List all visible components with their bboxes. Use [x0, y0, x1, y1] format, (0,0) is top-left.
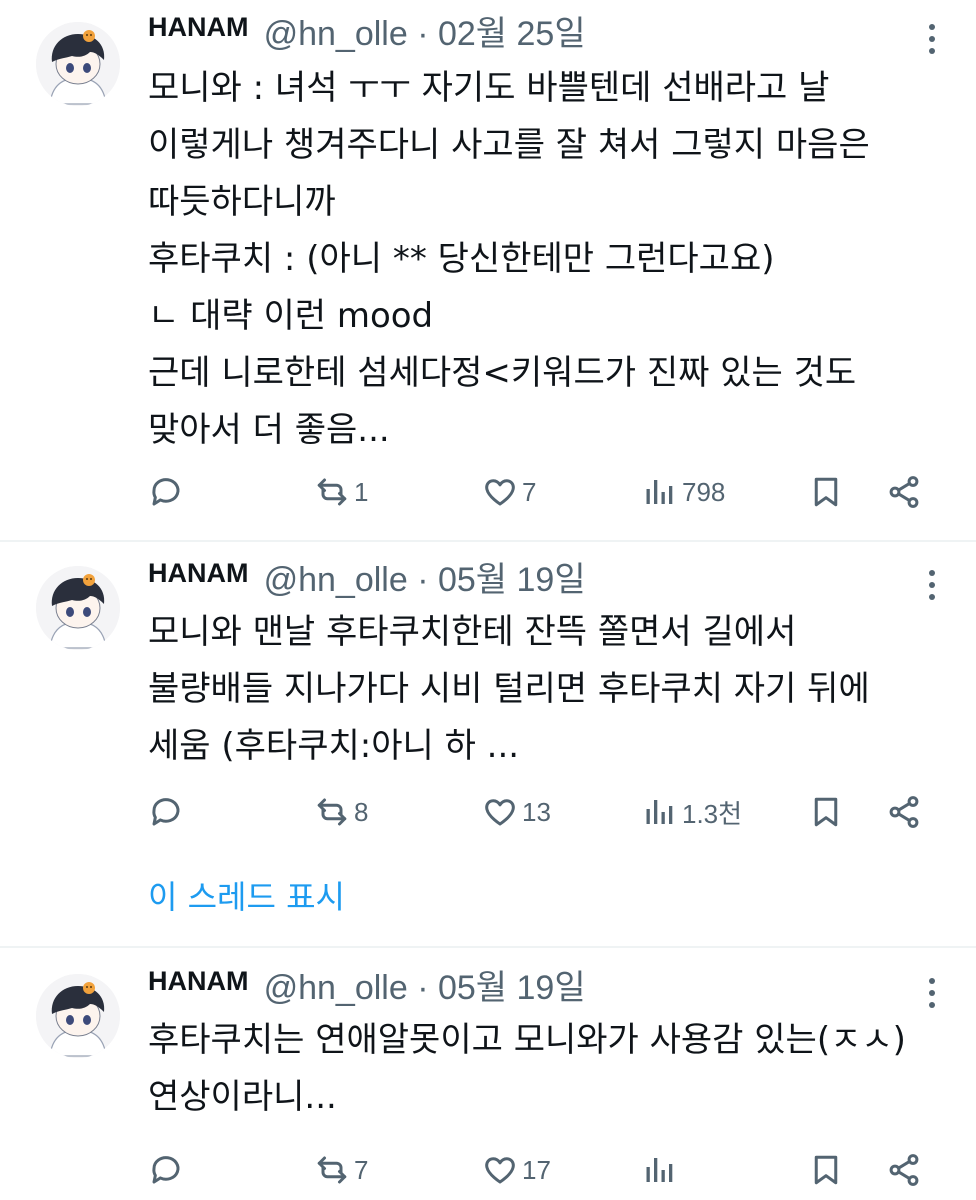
reply-icon [148, 474, 184, 510]
tweet[interactable]: HANAM @hn_olle · 02월 25일 모니와 : 녀석 ㅜㅜ 자기도… [0, 0, 976, 540]
bookmark-button[interactable] [808, 1148, 844, 1192]
views-icon [642, 474, 678, 510]
retweet-icon [314, 794, 350, 830]
retweet-count: 1 [354, 476, 369, 507]
more-icon[interactable] [920, 972, 944, 1012]
like-button[interactable]: 13 [482, 790, 551, 834]
heart-icon [482, 794, 518, 830]
views-icon [642, 794, 678, 830]
bookmark-icon [808, 794, 844, 830]
retweet-icon [314, 474, 350, 510]
share-icon [886, 474, 922, 510]
display-name[interactable]: HANAM [148, 558, 249, 588]
retweet-button[interactable]: 7 [314, 1148, 368, 1192]
retweet-count: 7 [354, 1154, 369, 1185]
avatar[interactable] [36, 22, 120, 106]
reply-button[interactable] [148, 1148, 184, 1192]
like-button[interactable]: 17 [482, 1148, 551, 1192]
tweet[interactable]: HANAM @hn_olle · 05월 19일 모니와 맨날 후타쿠치한테 잔… [0, 542, 976, 946]
reply-button[interactable] [148, 790, 184, 834]
share-icon [886, 1152, 922, 1188]
like-count: 13 [522, 796, 551, 827]
bookmark-button[interactable] [808, 470, 844, 514]
reply-icon [148, 1152, 184, 1188]
views-icon [642, 1152, 678, 1188]
share-icon [886, 794, 922, 830]
tweet-text: 모니와 : 녀석 ㅜㅜ 자기도 바쁠텐데 선배라고 날 이렇게나 챙겨주다니 사… [148, 68, 870, 450]
bookmark-icon [808, 474, 844, 510]
like-count: 17 [522, 1154, 551, 1185]
bookmark-button[interactable] [808, 790, 844, 834]
views-button[interactable]: 798 [642, 470, 725, 514]
more-icon[interactable] [920, 18, 944, 58]
tweet-text: 후타쿠치는 연애알못이고 모니와가 사용감 있는(ㅈㅅ) 연상이라니... [148, 1020, 906, 1117]
heart-icon [482, 1152, 518, 1188]
heart-icon [482, 474, 518, 510]
share-button[interactable] [886, 1148, 922, 1192]
view-count: 798 [682, 476, 726, 507]
view-count: 1.3천 [682, 798, 743, 829]
show-thread-link[interactable]: 이 스레드 표시 [148, 872, 345, 918]
retweet-icon [314, 1152, 350, 1188]
reply-button[interactable] [148, 470, 184, 514]
tweet[interactable]: HANAM @hn_olle · 05월 19일 후타쿠치는 연애알못이고 모니… [0, 948, 976, 1200]
handle-and-date[interactable]: @hn_olle · 05월 19일 [264, 969, 586, 1007]
retweet-button[interactable]: 1 [314, 470, 368, 514]
retweet-button[interactable]: 8 [314, 790, 368, 834]
avatar[interactable] [36, 974, 120, 1058]
bookmark-icon [808, 1152, 844, 1188]
display-name[interactable]: HANAM [148, 966, 249, 996]
tweet-text: 모니와 맨날 후타쿠치한테 잔뜩 쫄면서 길에서 불량배들 지나가다 시비 털리… [148, 612, 870, 766]
display-name[interactable]: HANAM [148, 12, 249, 42]
like-button[interactable]: 7 [482, 470, 536, 514]
views-button[interactable] [642, 1148, 682, 1192]
views-button[interactable]: 1.3천 [642, 790, 742, 834]
like-count: 7 [522, 476, 537, 507]
share-button[interactable] [886, 470, 922, 514]
retweet-count: 8 [354, 796, 369, 827]
more-icon[interactable] [920, 564, 944, 604]
reply-icon [148, 794, 184, 830]
handle-and-date[interactable]: @hn_olle · 05월 19일 [264, 561, 586, 599]
avatar[interactable] [36, 566, 120, 650]
share-button[interactable] [886, 790, 922, 834]
handle-and-date[interactable]: @hn_olle · 02월 25일 [264, 15, 586, 53]
